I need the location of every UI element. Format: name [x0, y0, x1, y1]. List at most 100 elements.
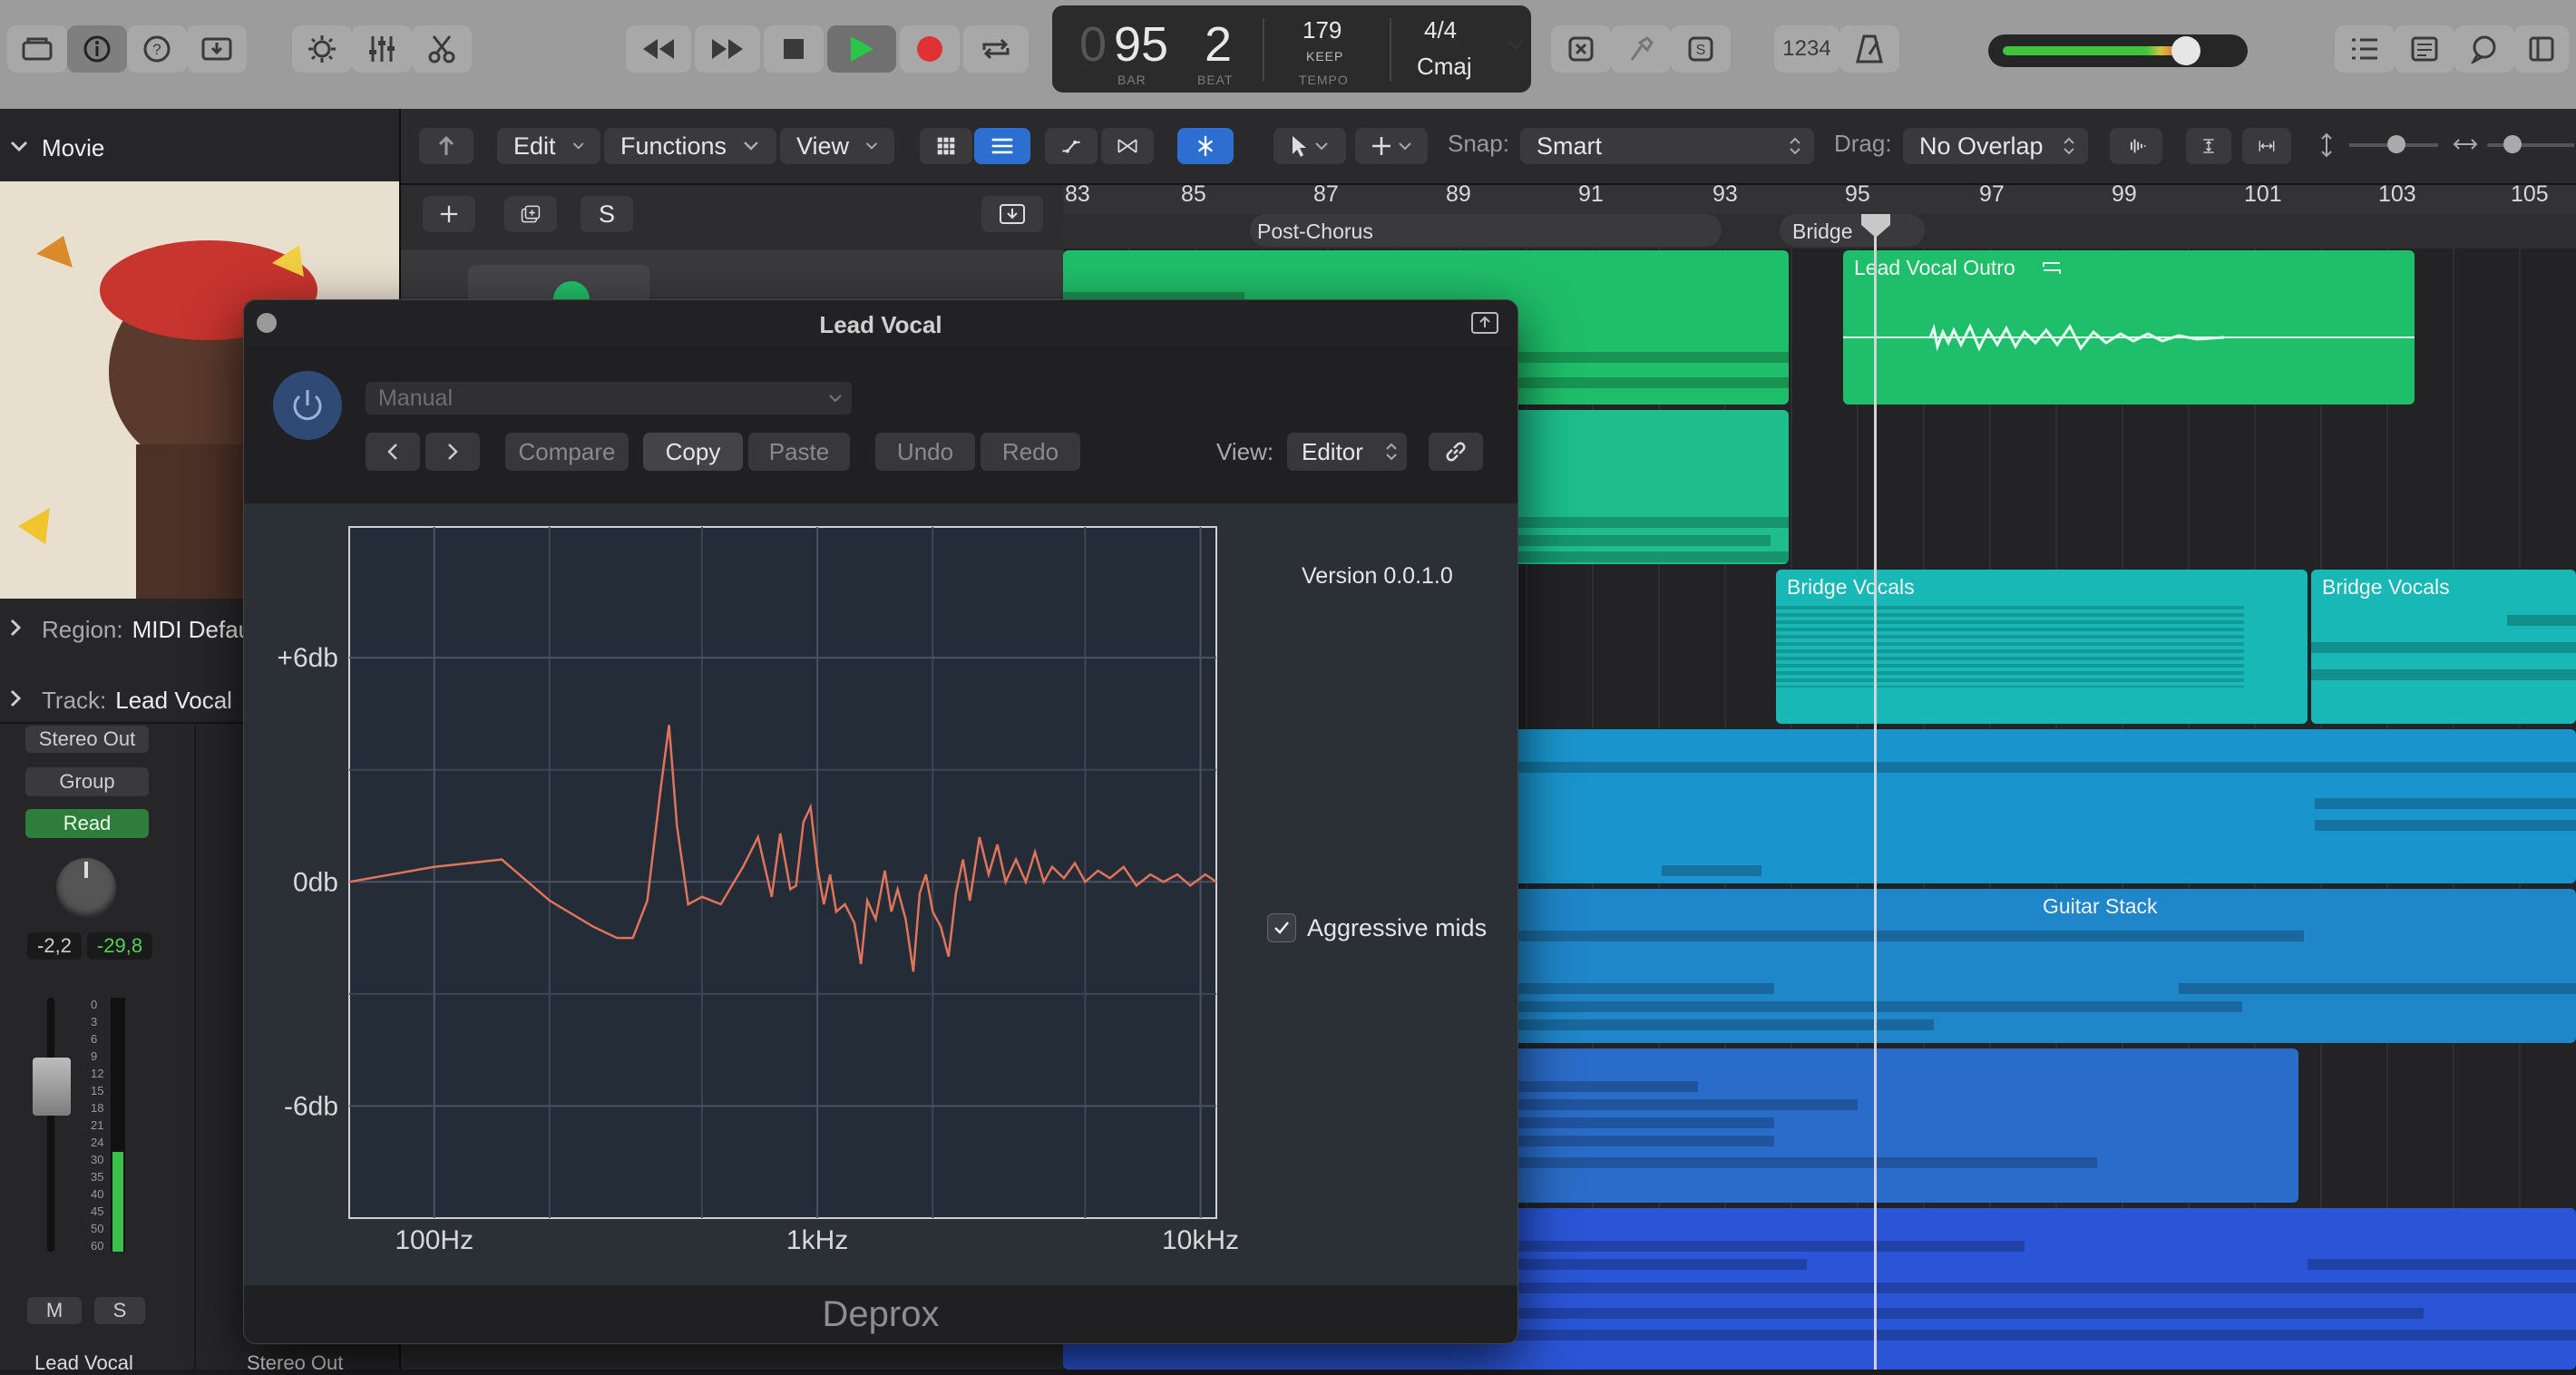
global-solo-button[interactable]: S [581, 196, 633, 232]
volume-fader[interactable] [33, 1058, 71, 1116]
plugin-header: Manual Compare Copy Paste Undo Redo View… [244, 346, 1517, 503]
pan-knob[interactable] [56, 858, 116, 918]
lcd-dropdown-icon[interactable] [1506, 34, 1526, 59]
duplicate-track-icon[interactable] [504, 196, 557, 232]
play-button[interactable] [827, 25, 896, 73]
scissors-icon[interactable] [412, 25, 472, 73]
add-track-icon[interactable] [423, 196, 475, 232]
automation-icon[interactable] [1045, 128, 1098, 164]
power-button[interactable] [273, 371, 342, 440]
grid-view-icon[interactable] [920, 128, 972, 164]
compare-button[interactable]: Compare [505, 433, 629, 471]
next-preset-button[interactable] [425, 433, 480, 471]
stop-button[interactable] [764, 25, 824, 73]
list-editor-icon[interactable] [2335, 25, 2395, 73]
plugin-titlebar[interactable]: Lead Vocal [244, 300, 1517, 346]
playhead[interactable] [1861, 214, 1890, 1370]
eq-curve-chart[interactable]: 100Hz 1kHz 10kHz +6db 0db -6db [244, 503, 1517, 1285]
mixer-icon[interactable] [352, 25, 412, 73]
redo-button[interactable]: Redo [981, 433, 1080, 471]
rewind-button[interactable] [626, 25, 691, 73]
catch-playhead-icon[interactable] [1177, 128, 1234, 164]
secondary-tool[interactable] [1355, 128, 1428, 164]
solo-button[interactable]: S [94, 1297, 145, 1324]
marker-post-chorus[interactable]: Post-Chorus [1250, 214, 1722, 247]
previous-preset-button[interactable] [366, 433, 420, 471]
chevron-down-icon[interactable] [9, 136, 29, 161]
inspector-header[interactable]: Movie [0, 127, 399, 169]
aggressive-mids-checkbox[interactable]: Aggressive mids [1267, 910, 1517, 946]
volume-readout[interactable]: -2,2 [27, 932, 82, 960]
updown-chevron-icon [1386, 443, 1397, 461]
collapse-icon[interactable] [981, 196, 1043, 232]
region-bridge-vocals-2[interactable]: Bridge Vocals [2311, 570, 2576, 724]
waveform-zoom-icon[interactable] [2110, 128, 2162, 164]
track-value: Lead Vocal [115, 686, 232, 714]
undo-button[interactable]: Undo [875, 433, 975, 471]
beat-value: 2 [1205, 17, 1233, 72]
chevron-down-icon [1315, 142, 1328, 151]
marker-bridge[interactable]: Bridge [1780, 214, 1925, 247]
loop-browser-icon[interactable] [2454, 25, 2514, 73]
inspector-icon[interactable] [67, 25, 127, 73]
checkbox-box[interactable] [1267, 913, 1296, 942]
meter-scale: 0 3 6 9 12 15 18 21 24 30 35 40 45 50 60 [91, 998, 104, 1253]
drag-select[interactable]: No Overlap [1903, 128, 2088, 164]
automation-mode-button[interactable]: Read [25, 809, 149, 838]
paste-button[interactable]: Paste [748, 433, 850, 471]
region-lead-vocal-outro[interactable]: Lead Vocal Outro [1843, 250, 2415, 405]
snap-select[interactable]: Smart [1520, 128, 1814, 164]
plugin-name: Deprox [822, 1293, 940, 1334]
horizontal-zoom-slider[interactable] [2487, 135, 2574, 153]
window-menu-icon[interactable] [1470, 311, 1499, 339]
preset-select[interactable]: Manual [366, 382, 852, 414]
smart-controls-icon[interactable] [292, 25, 352, 73]
group-button[interactable]: Group [25, 767, 149, 796]
link-icon[interactable] [1429, 433, 1483, 471]
library-icon[interactable] [7, 25, 67, 73]
region-bridge-vocals[interactable]: Bridge Vocals [1776, 570, 2308, 724]
back-icon[interactable] [419, 128, 473, 164]
count-in-button[interactable]: 1234 [1774, 25, 1839, 73]
region-name: Lead Vocal Outro [1854, 256, 2015, 279]
vertical-zoom-slider[interactable] [2349, 135, 2438, 153]
metronome-icon[interactable] [1839, 25, 1899, 73]
output-button[interactable]: Stereo Out [25, 726, 149, 753]
tempo-value: 179 [1303, 16, 1342, 44]
browsers-icon[interactable] [2514, 25, 2569, 73]
list-view-icon[interactable] [974, 128, 1030, 164]
region-name: Bridge Vocals [2322, 575, 2450, 599]
output-strip-name: Stereo Out [247, 1351, 344, 1374]
pointer-tool[interactable] [1273, 128, 1346, 164]
cycle-button[interactable] [963, 25, 1029, 73]
view-select[interactable]: Editor [1287, 433, 1407, 471]
functions-menu[interactable]: Functions [604, 128, 776, 164]
master-volume-knob[interactable] [2171, 36, 2200, 65]
chevron-right-icon[interactable] [7, 687, 24, 715]
edit-menu[interactable]: Edit [497, 128, 600, 164]
notepad-icon[interactable] [2395, 25, 2454, 73]
horizontal-fit-icon[interactable] [2242, 128, 2291, 164]
copy-button[interactable]: Copy [643, 433, 743, 471]
peak-readout[interactable]: -29,8 [87, 932, 152, 960]
lcd-display[interactable]: 0 95 2 BAR BEAT 179 KEEP TEMPO 4/4 Cmaj [1052, 5, 1531, 93]
chevron-right-icon[interactable] [7, 616, 24, 644]
vertical-fit-icon[interactable] [2186, 128, 2231, 164]
help-icon[interactable]: ? [127, 25, 187, 73]
bar-number: 93 [1712, 181, 1738, 207]
chevron-down-icon [829, 395, 842, 403]
bar-number: 97 [1979, 181, 2005, 207]
channel-strip-name: Lead Vocal [34, 1351, 133, 1374]
replace-icon[interactable] [1551, 25, 1611, 73]
tuner-icon[interactable] [1611, 25, 1671, 73]
flex-icon[interactable] [1101, 128, 1154, 164]
solo-mode-icon[interactable]: S [1671, 25, 1731, 73]
snap-label: Snap: [1448, 130, 1509, 157]
mute-button[interactable]: M [27, 1297, 82, 1324]
view-menu[interactable]: View [780, 128, 894, 164]
download-icon[interactable] [187, 25, 247, 73]
version-label: Version 0.0.1.0 [1302, 563, 1453, 589]
fast-forward-button[interactable] [695, 25, 760, 73]
master-volume-slider[interactable] [1988, 34, 2248, 67]
record-button[interactable] [900, 25, 960, 73]
